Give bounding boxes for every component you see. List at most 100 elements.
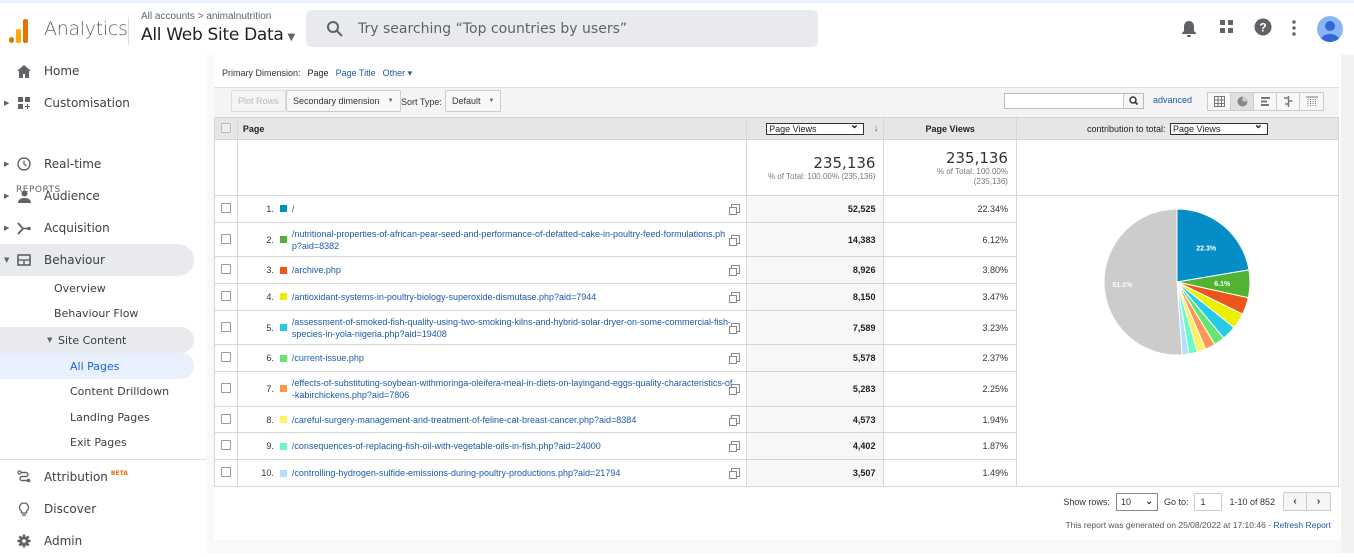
scrollbar-thumb[interactable] [1345,55,1350,295]
page-link[interactable]: /controlling-hydrogen-sulfide-emissions-… [292,467,734,479]
page-views-percent: 3.23% [883,309,1017,346]
sidebar-item-acquisition[interactable]: ▶ Acquisition [0,212,194,244]
metric-select[interactable]: Page Views [766,120,865,135]
page-cell: 2. /nutritional-properties-of-african-pea… [236,221,747,258]
total-value: 235,136 [945,148,1008,167]
row-checkbox[interactable] [220,413,231,424]
apps-grid-icon[interactable] [1219,19,1239,39]
page-link[interactable]: /careful-surgery-management-and-treatmen… [292,414,734,426]
sidebar-item-realtime[interactable]: ▶ Real-time [0,148,194,180]
dimension-other-dropdown[interactable]: Other ▾ [383,68,413,79]
table-view-icon[interactable] [1208,93,1231,110]
next-page-button[interactable]: › [1307,493,1330,510]
row-checkbox[interactable] [220,233,231,244]
row-checkbox[interactable] [220,264,231,275]
sidebar-item-audience[interactable]: ▶ Audience [0,180,194,212]
sort-type-select[interactable]: Default ▼ [445,90,502,112]
plot-rows-button[interactable]: Plot Rows [231,90,286,112]
row-checkbox-cell [214,256,238,285]
page-views-value: 14,383 [745,221,885,258]
page-link[interactable]: /nutritional-properties-of-african-pear-… [292,228,734,252]
sidebar-label: Attribution BETA [44,470,128,484]
sidebar-item-home[interactable]: Home [0,55,194,87]
sidebar-item-admin[interactable]: Admin [0,525,194,557]
sidebar-item-behaviour-flow[interactable]: Behaviour Flow [0,298,194,328]
page-cell: 3. /archive.php [236,256,747,285]
clock-icon [16,156,32,172]
sidebar-item-all-pages[interactable]: All Pages [0,353,194,379]
open-page-icon[interactable] [728,441,740,453]
goto-input[interactable]: 1 [1194,492,1223,511]
more-vert-icon[interactable] [1290,19,1310,39]
search-bar[interactable]: Try searching “Top countries by users” [306,10,818,47]
sidebar-item-landing-pages[interactable]: Landing Pages [0,404,194,430]
page-link[interactable]: / [292,203,734,215]
sidebar-item-discover[interactable]: Discover [0,493,194,525]
row-checkbox[interactable] [220,467,231,478]
sidebar-item-site-content[interactable]: ▼ Site Content [0,327,194,353]
secondary-dimension-select[interactable]: Secondary dimension ▼ [286,90,401,112]
open-page-icon[interactable] [728,291,740,303]
page-link[interactable]: /current-issue.php [292,352,734,364]
open-page-icon[interactable] [728,265,740,277]
pivot-view-icon[interactable] [1300,93,1323,110]
series-color-swatch [279,385,287,393]
open-page-icon[interactable] [728,468,740,480]
col-header-page[interactable]: Page [236,117,747,140]
row-checkbox[interactable] [220,382,231,393]
table-filter-input[interactable] [1004,93,1144,109]
page-link[interactable]: /antioxidant-systems-in-poultry-biology-… [292,291,734,303]
row-checkbox[interactable] [220,202,231,213]
pie-view-icon[interactable] [1231,93,1254,110]
page-link[interactable]: /effects-of-substituting-soybean-withmor… [292,377,734,401]
dimension-page-title[interactable]: Page Title [336,68,376,79]
performance-view-icon[interactable] [1254,93,1277,110]
comparison-view-icon[interactable] [1277,93,1300,110]
sidebar-label: Site Content [58,333,127,347]
page-link[interactable]: /assessment-of-smoked-fish-quality-using… [292,316,734,340]
help-icon[interactable]: ? [1254,18,1274,38]
row-checkbox[interactable] [220,321,231,332]
sidebar-item-exit-pages[interactable]: Exit Pages [0,429,194,455]
refresh-report-link[interactable]: Refresh Report [1273,520,1331,530]
analytics-logo[interactable] [9,17,31,43]
sidebar-item-content-drilldown[interactable]: Content Drilldown [0,378,194,404]
page-cell: 9. /consequences-of-replacing-fish-oil-wi… [236,432,747,461]
row-checkbox-cell [214,344,238,373]
col-header-page-views[interactable]: Page Views [883,117,1017,140]
contribution-select[interactable]: Page Views [1170,120,1269,135]
dimension-page[interactable]: Page [308,68,329,79]
open-page-icon[interactable] [728,203,740,215]
show-rows-select[interactable]: 10 ⌄ [1115,492,1158,511]
property-selector[interactable]: All Web Site Data ▼ [141,25,295,45]
open-page-icon[interactable] [728,383,740,395]
report-generated: This report was generated on 25/08/2022 … [1065,520,1331,530]
series-color-swatch [279,354,287,362]
account-avatar[interactable] [1317,16,1343,42]
sidebar-item-behaviour[interactable]: ▼ Behaviour [0,244,194,276]
row-checkbox[interactable] [220,290,231,301]
filter-search-button[interactable] [1123,94,1143,108]
select-all-checkbox[interactable] [220,122,231,133]
page-link[interactable]: /archive.php [292,264,734,276]
row-checkbox[interactable] [220,352,231,363]
open-page-icon[interactable] [728,414,740,426]
account-breadcrumb[interactable]: All accounts > animalnutrition [141,11,271,22]
open-page-icon[interactable] [728,322,740,334]
row-checkbox[interactable] [220,440,231,451]
bell-icon[interactable] [1180,19,1200,39]
page-link[interactable]: /consequences-of-replacing-fish-oil-with… [292,440,734,452]
pagination: Show rows: 10 ⌄ Go to: 1 1-10 of 852 ‹ › [1063,492,1331,511]
sidebar-item-customisation[interactable]: ▶ Customisation [0,87,194,119]
row-checkbox-cell [214,195,238,223]
sidebar-item-attribution[interactable]: Attribution BETA [0,461,194,493]
open-page-icon[interactable] [728,353,740,365]
open-page-icon[interactable] [728,234,740,246]
sort-arrow-icon[interactable]: ↓ [873,123,878,134]
advanced-filter-link[interactable]: advanced [1153,95,1192,105]
page-bottom [214,540,1341,553]
page-scrollbar[interactable] [1341,55,1354,553]
prev-page-button[interactable]: ‹ [1284,493,1307,510]
expand-arrow-icon: ▶ [4,192,10,200]
gear-icon [16,533,32,549]
